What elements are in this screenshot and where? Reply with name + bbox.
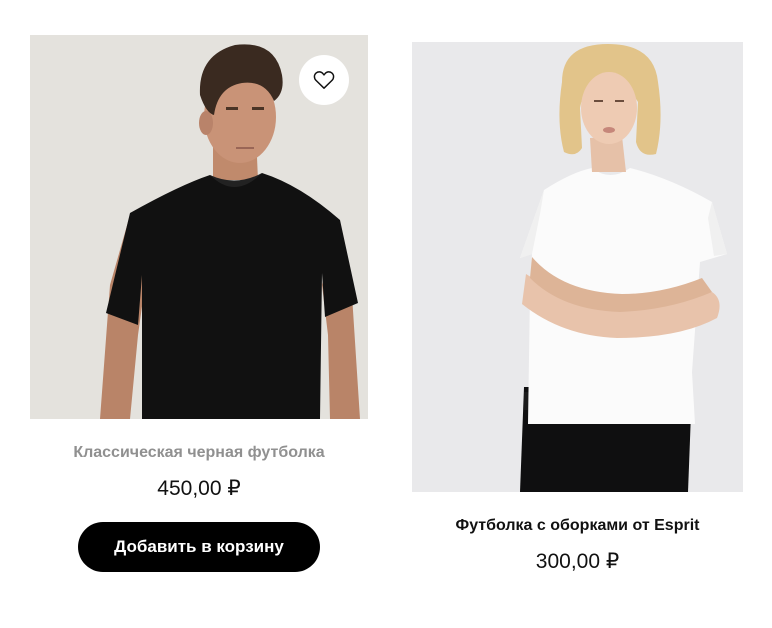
product-title[interactable]: Классическая черная футболка xyxy=(30,443,368,463)
wishlist-button[interactable] xyxy=(299,55,349,105)
product-card: Классическая черная футболка 450,00 ₽ До… xyxy=(30,0,368,628)
product-title[interactable]: Футболка с оборками от Esprit xyxy=(412,516,743,536)
product-grid: Классическая черная футболка 450,00 ₽ До… xyxy=(0,0,772,628)
add-to-cart-button[interactable]: Добавить в корзину xyxy=(78,522,320,572)
product-card: Футболка с оборками от Esprit 300,00 ₽ xyxy=(412,0,743,628)
product-price: 300,00 ₽ xyxy=(535,550,620,573)
woman-in-white-tshirt-photo xyxy=(412,42,743,492)
product-price: 450,00 ₽ xyxy=(157,477,241,500)
product-image[interactable] xyxy=(412,42,743,492)
product-image[interactable] xyxy=(30,35,368,419)
heart-outline-icon xyxy=(313,71,335,89)
